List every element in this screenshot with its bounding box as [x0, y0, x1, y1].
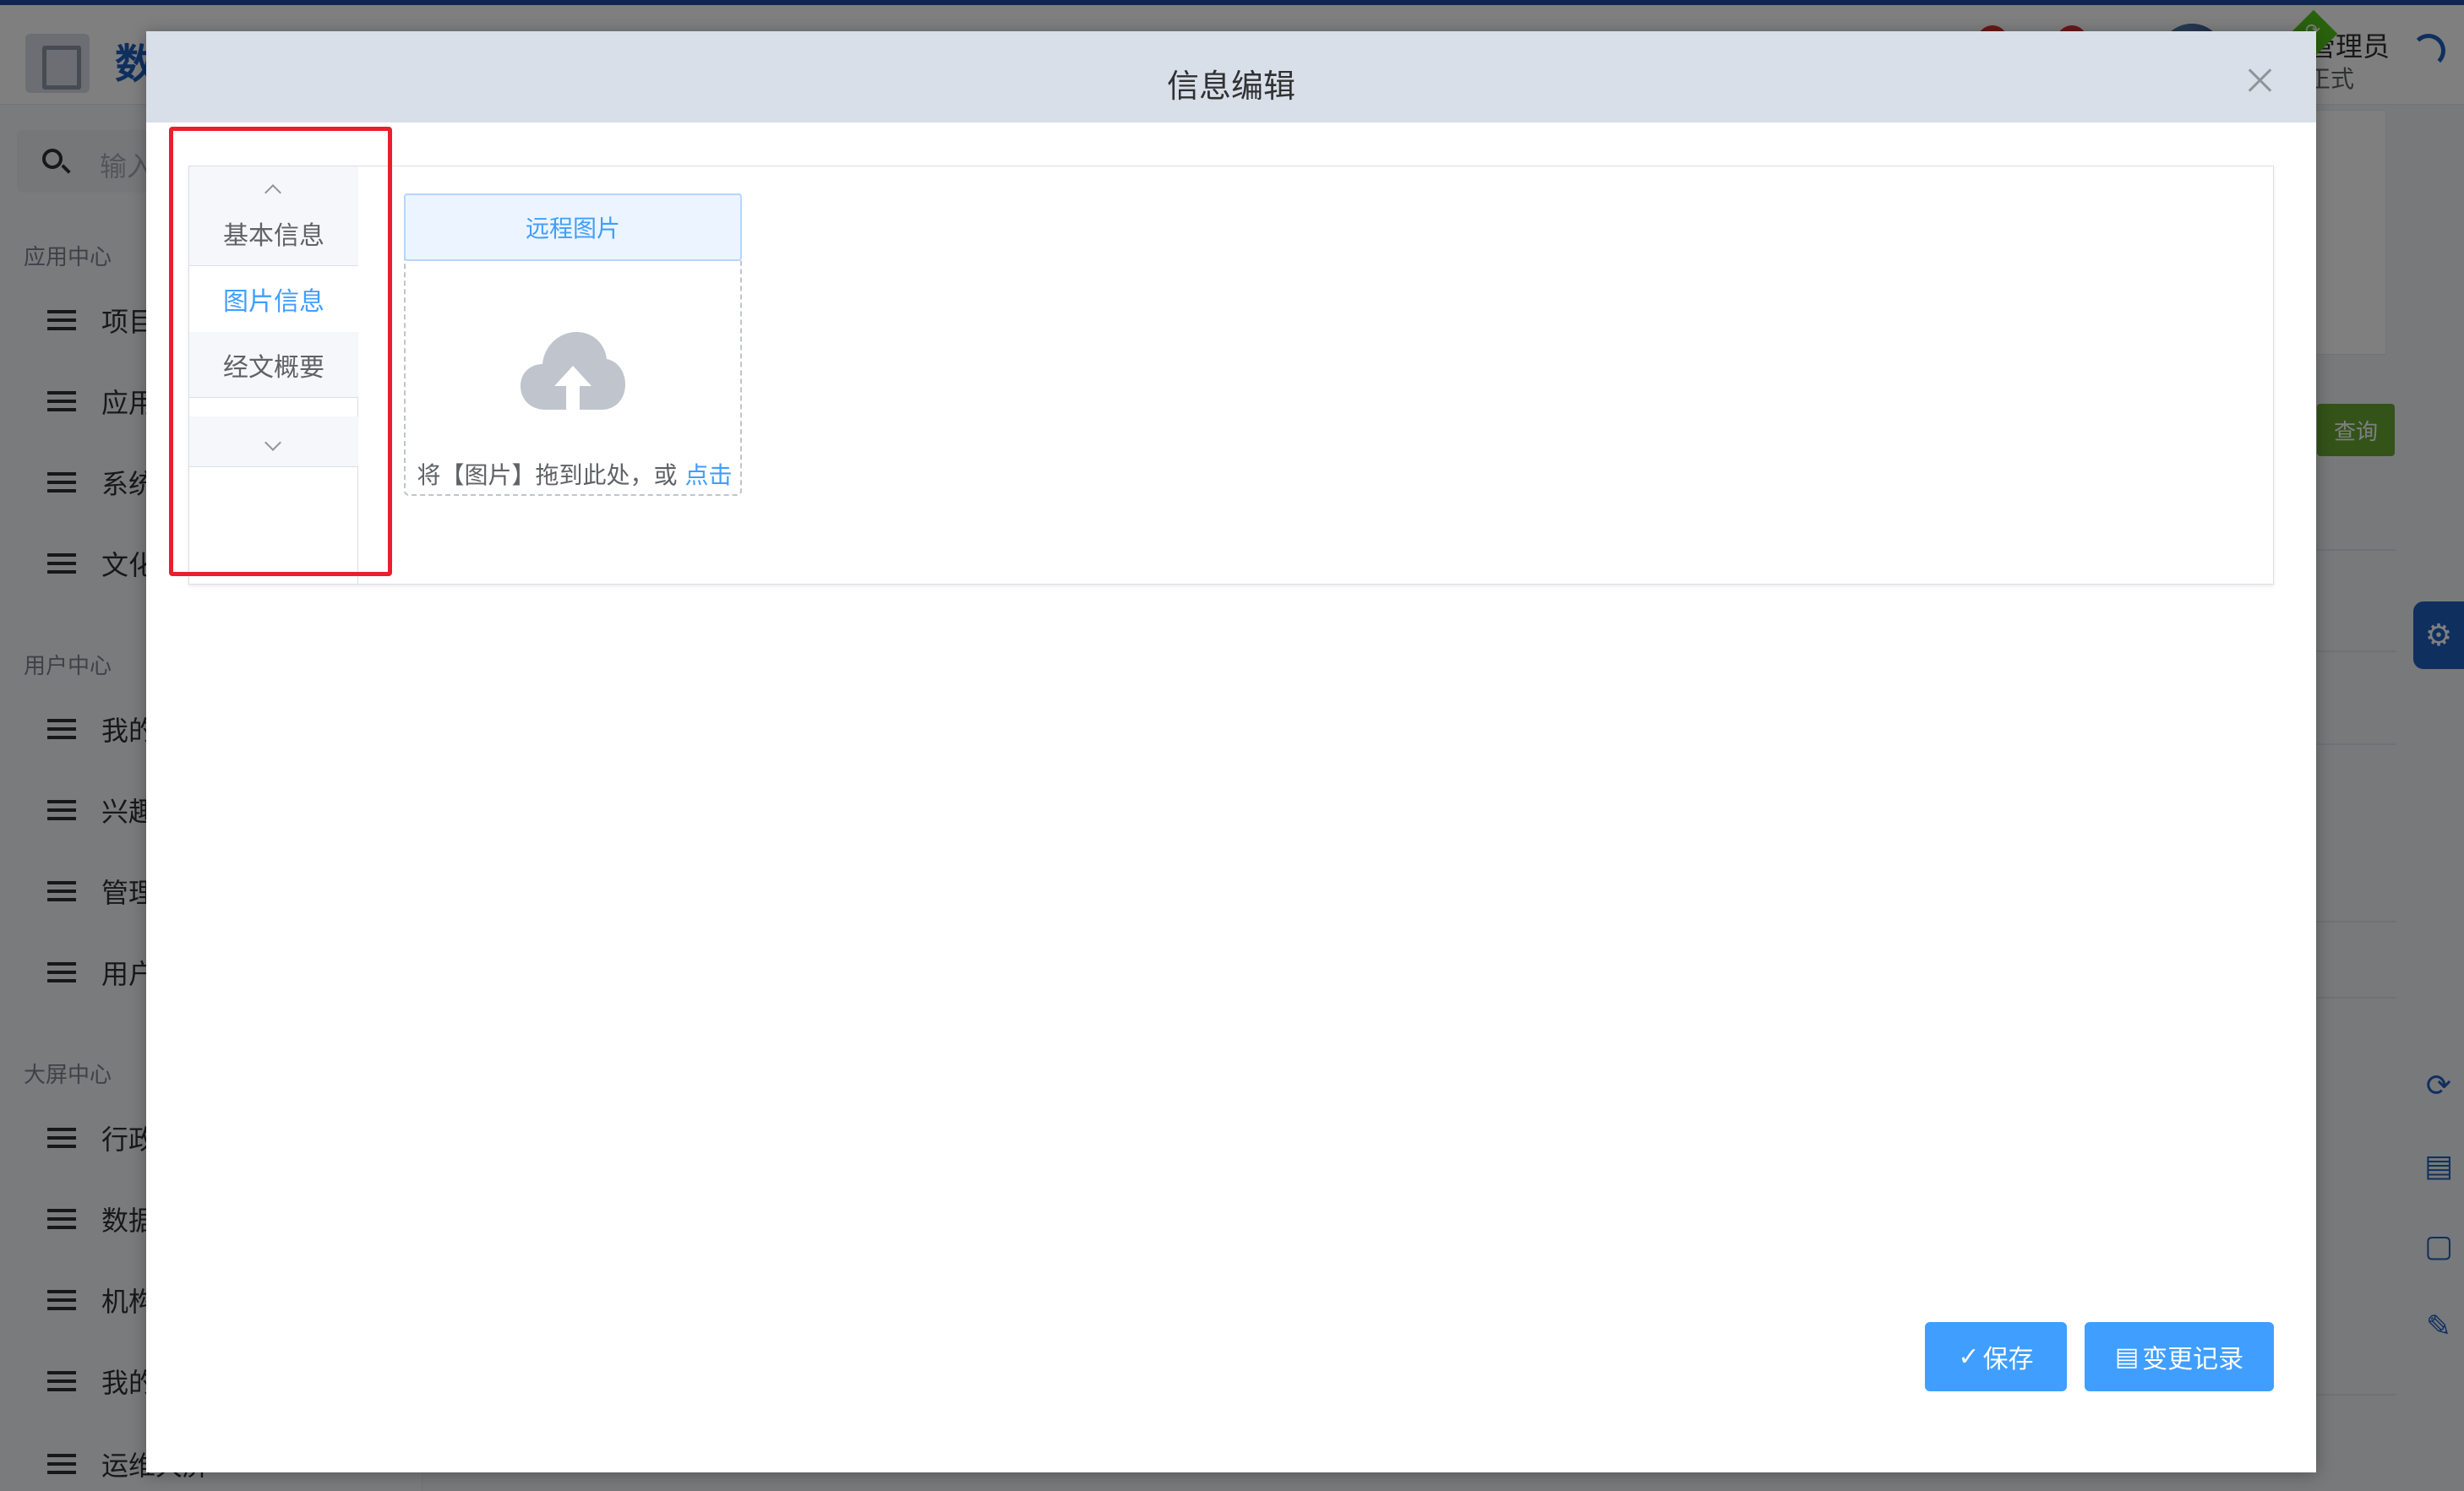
dialog-header: 信息编辑: [146, 31, 2316, 122]
check-icon: ✓: [1958, 1341, 1980, 1372]
change-log-button-label: 变更记录: [2142, 1345, 2244, 1374]
highlight-box: [169, 127, 392, 576]
save-button[interactable]: ✓ 保存: [1925, 1322, 2067, 1391]
tab-panel: 基本信息 图片信息 经文概要 远程图片 将【图片】拖到此处，或 点击: [188, 166, 2274, 585]
remote-image-button[interactable]: 远程图片: [404, 193, 742, 261]
save-button-label: 保存: [1982, 1345, 2034, 1374]
upload-hint: 将【图片】拖到此处，或 点击: [406, 457, 744, 491]
document-icon: ▤: [2114, 1341, 2140, 1372]
dialog-title: 信息编辑: [1166, 68, 1295, 105]
info-edit-dialog: 信息编辑 基本信息 图片信息 经文概要 远程图片 将【图片】拖到此处，或 点击: [146, 31, 2316, 1472]
change-log-button[interactable]: ▤ 变更记录: [2085, 1322, 2274, 1391]
cloud-upload-icon: [521, 332, 625, 410]
close-icon[interactable]: [2247, 67, 2274, 94]
upload-hint-text: 将【图片】拖到此处，或: [417, 461, 678, 489]
image-upload-dropzone[interactable]: 远程图片 将【图片】拖到此处，或 点击: [404, 193, 742, 496]
upload-click-link[interactable]: 点击: [684, 461, 732, 489]
